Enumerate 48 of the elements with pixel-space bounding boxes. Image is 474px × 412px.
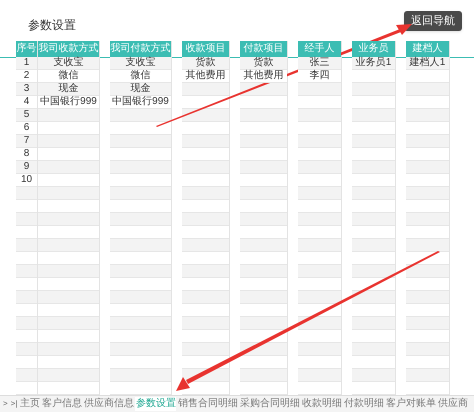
table-cell: 支收宝 [38, 57, 99, 70]
page-title: 参数设置 [28, 18, 76, 32]
table-cell: 现金 [38, 83, 99, 96]
sheet-tab[interactable]: 供应商 [437, 397, 468, 411]
sheet-tab[interactable]: 主页 [19, 397, 40, 411]
sheet-tab[interactable]: 供应商信息 [83, 397, 134, 411]
row-number-cell: 6 [16, 122, 37, 135]
table-cell: 货款 [182, 57, 229, 70]
table-cell: 李四 [298, 70, 341, 83]
sheet-nav-button[interactable]: > [2, 398, 9, 410]
row-number-cell: 8 [16, 148, 37, 161]
row-number-cell: 7 [16, 135, 37, 148]
sheet-tab[interactable]: 销售合同明细 [177, 397, 238, 411]
column-header: 付款项目 [240, 41, 287, 57]
sheet-tab[interactable]: 客户信息 [41, 397, 82, 411]
table-cell: 货款 [240, 57, 287, 70]
sheet-tab[interactable]: 收款明细 [301, 397, 342, 411]
table-cell: 中国银行999 [110, 96, 171, 109]
table-cell: 支收宝 [110, 57, 171, 70]
row-number-cell: 3 [16, 83, 37, 96]
sheet-nav-button[interactable]: >| [10, 398, 18, 410]
column-header: 业务员 [352, 41, 395, 57]
table-cell: 建档人1 [406, 57, 449, 70]
sheet-tab[interactable]: 采购合同明细 [239, 397, 300, 411]
table-cell: 其他费用 [182, 70, 229, 83]
sheet-tab[interactable]: 付款明细 [343, 397, 384, 411]
table-cell: 张三 [298, 57, 341, 70]
table-cell: 微信 [110, 70, 171, 83]
column-header: 我司收款方式 [38, 41, 99, 57]
row-number-cell: 4 [16, 96, 37, 109]
sheet-tab[interactable]: 客户对账单 [385, 397, 436, 411]
sheet-tab[interactable]: 参数设置 [135, 397, 176, 411]
column-header: 经手人 [298, 41, 341, 57]
row-number-cell: 2 [16, 70, 37, 83]
table-cell: 现金 [110, 83, 171, 96]
table-cell: 业务员1 [352, 57, 395, 70]
row-number-cell: 1 [16, 57, 37, 70]
column-header: 建档人 [406, 41, 449, 57]
table-cell: 微信 [38, 70, 99, 83]
row-number-cell: 5 [16, 109, 37, 122]
table-cell: 中国银行999 [38, 96, 99, 109]
column-header: 序号 [16, 41, 37, 57]
column-header: 我司付款方式 [110, 41, 171, 57]
row-number-cell: 10 [16, 174, 37, 187]
column-header: 收款项目 [182, 41, 229, 57]
row-number-cell: 9 [16, 161, 37, 174]
back-button[interactable]: 返回导航 [404, 11, 462, 31]
table-cell: 其他费用 [240, 70, 287, 83]
